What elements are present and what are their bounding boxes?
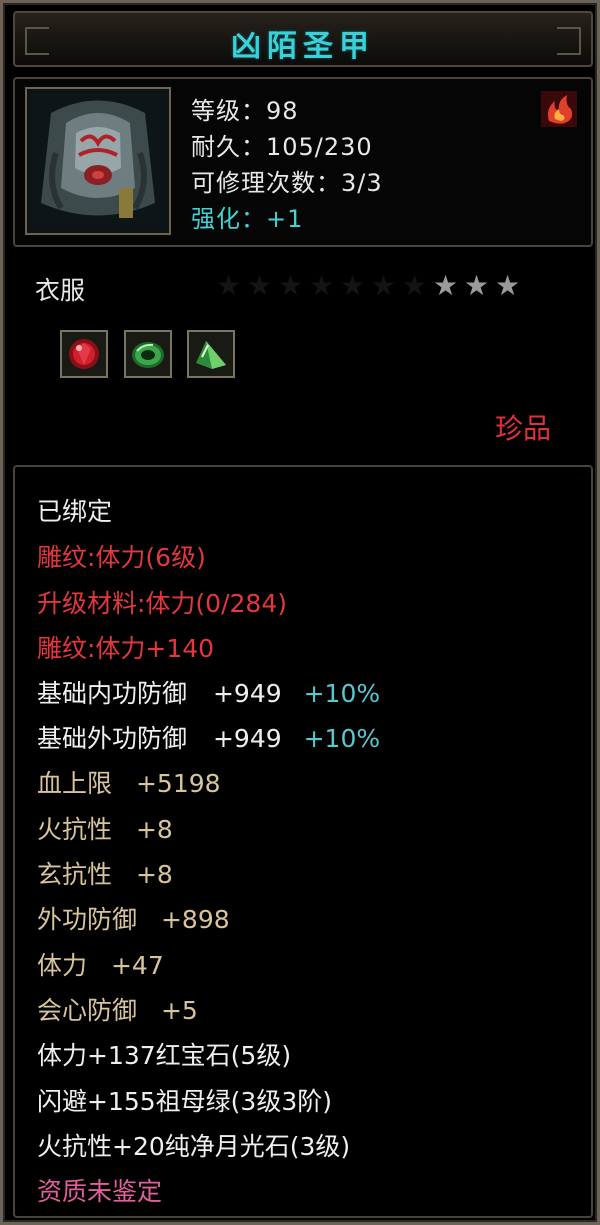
hp-max-row: 血上限 +5198	[37, 767, 221, 801]
star-icon: ★	[215, 269, 242, 302]
hp-max-value: +5198	[135, 769, 221, 798]
gem-line-1: 体力+137红宝石(5级)	[37, 1041, 292, 1070]
star-rating: ★ ★ ★ ★ ★ ★ ★ ★ ★ ★	[213, 269, 523, 303]
outer-defense-bonus: +10%	[303, 724, 381, 753]
fire-resist-row: 火抗性 +8	[37, 813, 173, 847]
socket-slot-1[interactable]	[60, 330, 108, 378]
bind-status: 已绑定	[37, 497, 113, 526]
item-repair-count: 可修理次数：3/3	[191, 169, 383, 197]
item-enhance: 强化：+1	[191, 205, 304, 233]
item-name: 凶陌圣甲	[231, 29, 375, 64]
flame-icon	[541, 91, 577, 127]
green-jade-ring-icon	[132, 342, 164, 368]
star-icon: ★	[308, 269, 335, 302]
rarity-label: 珍品	[494, 412, 551, 445]
outer-defense-label: 基础外功防御	[37, 724, 188, 753]
item-header-panel: 等级：98 耐久：105/230 可修理次数：3/3 强化：+1	[13, 77, 593, 247]
crit-defense-label: 会心防御	[37, 996, 138, 1025]
gem-line-2: 闪避+155祖母绿(3级3阶)	[37, 1087, 332, 1116]
outer-defense-value: +949	[212, 724, 282, 753]
stamina-value: +47	[110, 951, 164, 980]
star-icon: ★	[432, 269, 459, 302]
inner-defense-row: 基础内功防御 +949 +10%	[37, 677, 380, 711]
attributes-panel: 已绑定 雕纹:体力(6级) 升级材料:体力(0/284) 雕纹:体力+140 基…	[13, 465, 593, 1218]
armor-image	[31, 93, 165, 229]
star-icon: ★	[246, 269, 273, 302]
star-icon: ★	[463, 269, 490, 302]
crit-defense-value: +5	[160, 996, 198, 1025]
engrave-bonus: 雕纹:体力+140	[37, 634, 215, 663]
red-gem-icon	[69, 339, 99, 369]
item-level: 等级：98	[191, 97, 299, 125]
upgrade-material: 升级材料:体力(0/284)	[37, 589, 287, 618]
socket-slot-3[interactable]	[187, 330, 235, 378]
stamina-row: 体力 +47	[37, 949, 164, 983]
fire-resist-label: 火抗性	[37, 815, 113, 844]
socket-slot-2[interactable]	[124, 330, 172, 378]
item-category: 衣服	[35, 276, 86, 305]
engrave-level: 雕纹:体力(6级)	[37, 543, 206, 572]
crit-defense-row: 会心防御 +5	[37, 994, 198, 1028]
inner-defense-value: +949	[212, 679, 282, 708]
mystic-resist-row: 玄抗性 +8	[37, 858, 173, 892]
star-icon: ★	[494, 269, 521, 302]
inner-defense-bonus: +10%	[303, 679, 381, 708]
quality-status: 资质未鉴定	[37, 1177, 163, 1206]
item-tooltip: 凶陌圣甲 等级：98 耐久：105/230 可修理次数：3/3 强化：+1 衣服…	[0, 0, 600, 1225]
title-ornament-right	[557, 27, 581, 55]
hp-max-label: 血上限	[37, 769, 113, 798]
stamina-label: 体力	[37, 951, 88, 980]
outer-attack-defense-value: +898	[160, 905, 230, 934]
star-icon: ★	[401, 269, 428, 302]
item-durability: 耐久：105/230	[191, 133, 373, 161]
outer-attack-defense-label: 外功防御	[37, 905, 138, 934]
outer-defense-row: 基础外功防御 +949 +10%	[37, 722, 380, 756]
mystic-resist-value: +8	[135, 860, 173, 889]
mystic-resist-label: 玄抗性	[37, 860, 113, 889]
fire-resist-value: +8	[135, 815, 173, 844]
title-bar: 凶陌圣甲	[13, 11, 593, 67]
armor-portrait-icon	[25, 87, 171, 235]
star-icon: ★	[277, 269, 304, 302]
star-icon: ★	[370, 269, 397, 302]
outer-attack-defense-row: 外功防御 +898	[37, 903, 230, 937]
green-crystal-icon	[196, 341, 226, 369]
star-icon: ★	[339, 269, 366, 302]
inner-defense-label: 基础内功防御	[37, 679, 188, 708]
gem-line-3: 火抗性+20纯净月光石(3级)	[37, 1132, 351, 1161]
